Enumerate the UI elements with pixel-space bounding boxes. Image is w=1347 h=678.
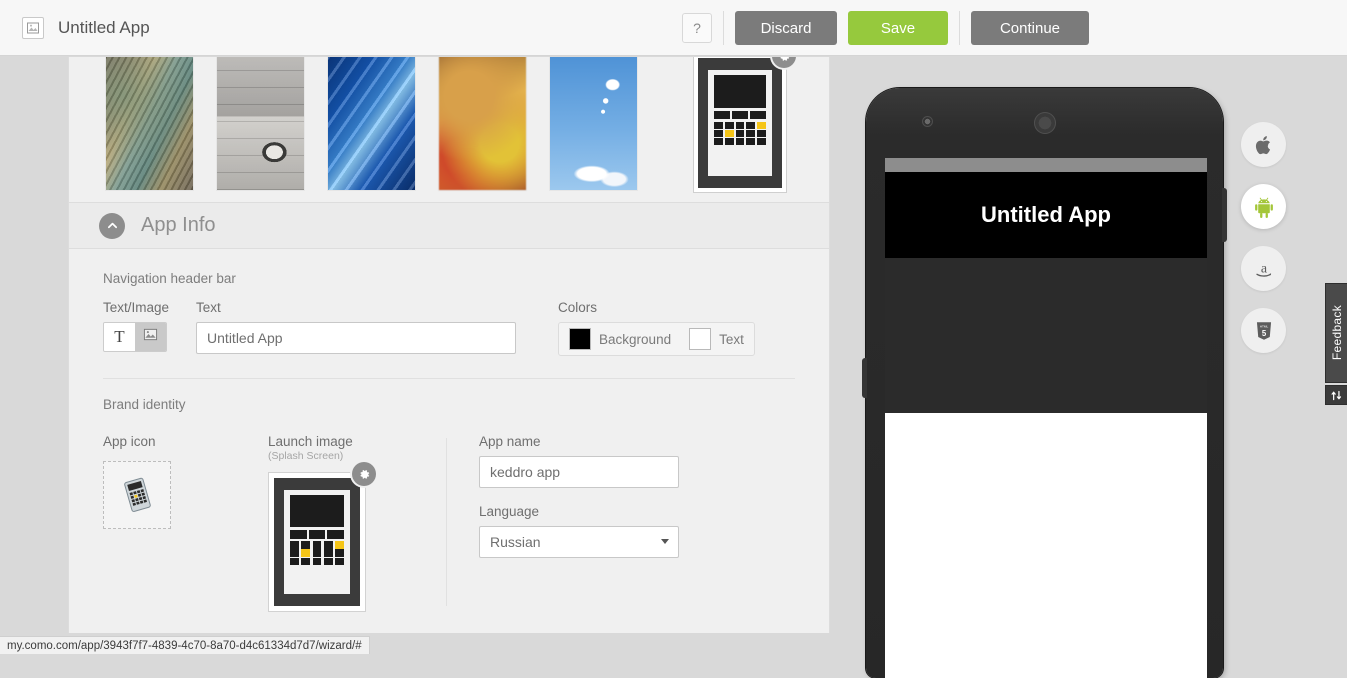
app-title-group: Untitled App [22, 16, 150, 39]
phone-power-button [1222, 188, 1227, 242]
launch-image-preview[interactable] [268, 462, 376, 612]
text-color-picker[interactable]: Text [689, 328, 744, 350]
glass-building-thumbnail[interactable] [328, 57, 415, 190]
splash-gallery [69, 57, 829, 203]
toolbar-divider-2 [959, 11, 960, 45]
app-icon-label: App icon [103, 434, 156, 449]
help-button[interactable]: ? [682, 13, 712, 43]
android-icon[interactable] [1241, 184, 1286, 229]
brand-column-divider [446, 438, 447, 606]
background-color-swatch[interactable] [569, 328, 592, 350]
calculator-splash-image [274, 478, 360, 606]
gear-icon[interactable] [352, 462, 376, 486]
wizard-panel: App Info Navigation header bar Text/Imag… [68, 57, 830, 633]
text-mode-button[interactable]: T [104, 323, 135, 351]
feedback-tab[interactable]: Feedback [1325, 283, 1347, 383]
svg-text:HTML: HTML [1259, 324, 1268, 328]
phone-volume-button [862, 358, 867, 398]
language-label: Language [479, 504, 540, 519]
page-title: Untitled App [58, 17, 150, 37]
app-icon-dropzone[interactable] [103, 461, 171, 529]
brand-identity-row: App icon Launch image (Splash Screen) Ap… [69, 412, 829, 628]
preview-body-dark [885, 258, 1207, 413]
toolbar-actions: ? Discard Save Continue [682, 11, 1089, 45]
discard-button[interactable]: Discard [735, 11, 837, 45]
browser-status-bar: my.como.com/app/3943f7f7-4839-4c70-8a70-… [0, 636, 370, 654]
app-info-section-header[interactable]: App Info [69, 203, 829, 249]
app-image-placeholder-icon[interactable] [22, 16, 44, 39]
app-name-label: App name [479, 434, 541, 449]
autumn-bokeh-thumbnail[interactable] [439, 57, 526, 190]
app-icon-column: App icon [103, 434, 268, 529]
navigation-header-block: Navigation header bar Text/Image T Text … [69, 249, 829, 633]
platform-rail: a 5 HTML [1241, 122, 1286, 353]
feedback-label: Feedback [1329, 305, 1344, 361]
colors-box: Background Text [558, 322, 755, 356]
svg-text:a: a [1260, 261, 1267, 276]
image-mode-button[interactable] [135, 323, 166, 351]
top-toolbar: Untitled App ? Discard Save Continue [0, 0, 1347, 56]
background-color-label: Background [599, 331, 672, 347]
calculator-icon [124, 477, 151, 512]
phone-screen: Untitled App [885, 158, 1207, 678]
text-image-field: Text/Image T [103, 300, 169, 352]
coffee-desk-thumbnail[interactable] [217, 57, 304, 190]
calculator-artwork [698, 58, 782, 188]
launch-image-label: Launch image [268, 434, 353, 449]
text-color-swatch[interactable] [689, 328, 712, 350]
colors-field: Colors Background Text [558, 300, 755, 356]
toolbar-divider-1 [723, 11, 724, 45]
section-title: App Info [141, 214, 216, 236]
text-color-label: Text [719, 331, 744, 347]
html5-icon[interactable]: 5 HTML [1241, 308, 1286, 353]
brand-identity-label: Brand identity [103, 397, 186, 412]
language-select[interactable]: Russian [479, 526, 679, 558]
continue-button[interactable]: Continue [971, 11, 1089, 45]
header-text-field: Text [196, 300, 517, 354]
preview-status-bar [885, 158, 1207, 172]
cloud-heart-sky-thumbnail[interactable] [550, 57, 637, 190]
feather-abstract-thumbnail[interactable] [106, 57, 193, 190]
text-image-label: Text/Image [103, 300, 170, 315]
header-text-input[interactable] [196, 322, 517, 354]
navigation-header-label: Navigation header bar [103, 271, 236, 286]
image-icon [143, 327, 158, 347]
amazon-icon[interactable]: a [1241, 246, 1286, 291]
language-select-value[interactable]: Russian [479, 526, 679, 558]
phone-camera-icon [922, 116, 933, 127]
calculator-splash-thumbnail[interactable] [693, 57, 796, 193]
preview-app-title: Untitled App [981, 202, 1111, 227]
launch-image-sublabel: (Splash Screen) [268, 450, 344, 462]
status-url: my.como.com/app/3943f7f7-4839-4c70-8a70-… [7, 639, 362, 652]
svg-text:5: 5 [1261, 328, 1266, 337]
up-down-arrows-icon[interactable] [1325, 385, 1347, 405]
apple-icon[interactable] [1241, 122, 1286, 167]
preview-app-header: Untitled App [885, 172, 1207, 258]
launch-image-column: Launch image (Splash Screen) [268, 434, 446, 612]
save-button[interactable]: Save [848, 11, 948, 45]
navigation-header-row: Text/Image T Text Untitled App Colors Ba… [103, 300, 795, 356]
chevron-down-icon [661, 539, 669, 544]
colors-label: Colors [558, 300, 598, 315]
phone-speaker-icon [1033, 112, 1056, 134]
app-details-column: App name Language Russian [479, 434, 679, 558]
text-image-toggle[interactable]: T [103, 322, 167, 352]
background-color-picker[interactable]: Background [569, 328, 671, 350]
header-text-label: Text [196, 300, 221, 315]
phone-preview: Untitled App [862, 88, 1227, 678]
chevron-up-icon[interactable] [99, 212, 125, 239]
app-name-input[interactable] [479, 456, 679, 488]
